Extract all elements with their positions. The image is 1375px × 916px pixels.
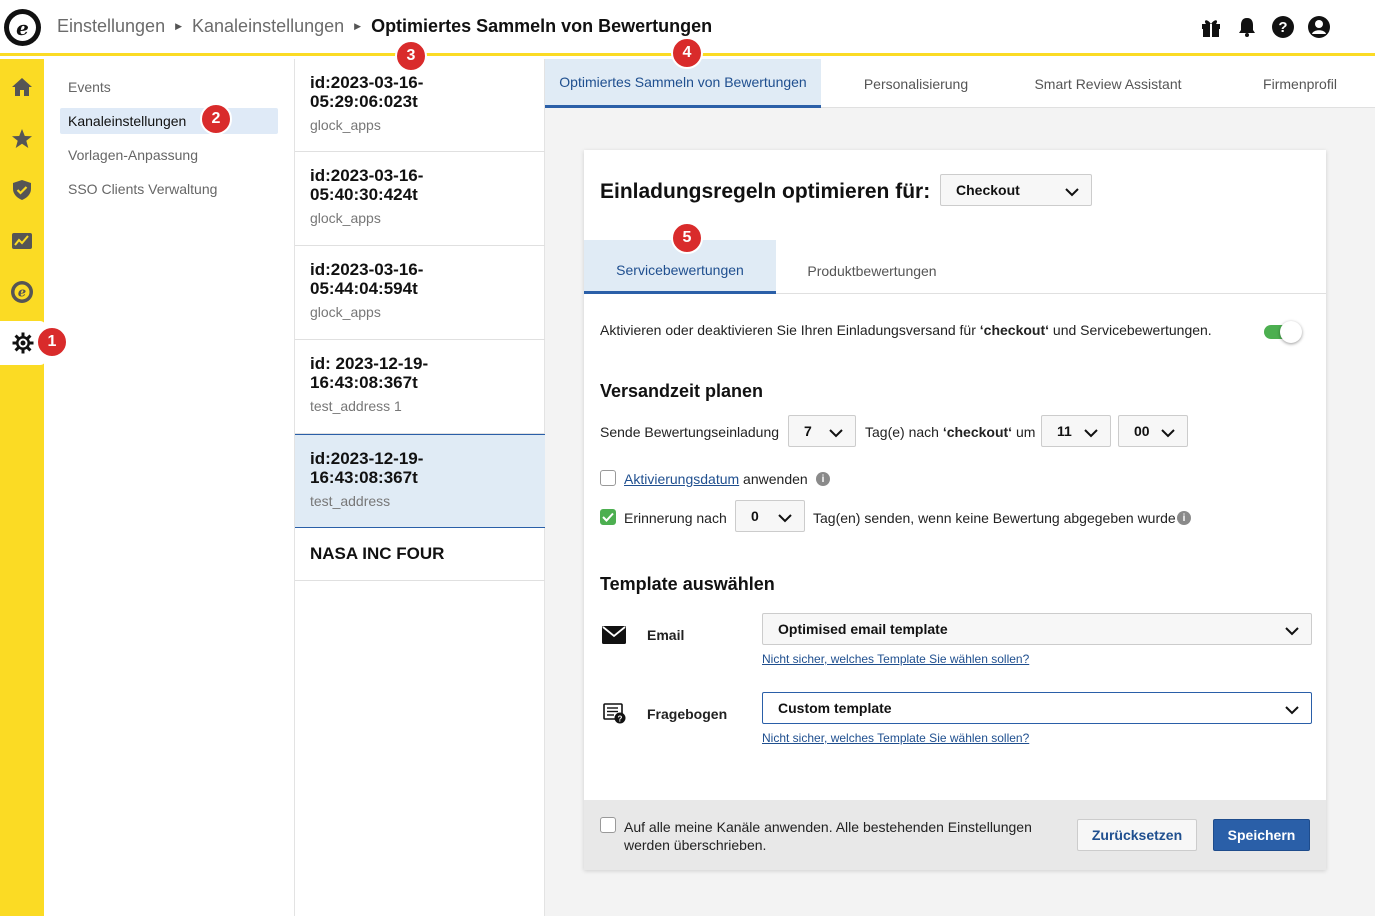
svg-text:e: e [18,286,26,301]
chevron-down-icon [829,425,843,441]
apply-all-label: Auf alle meine Kanäle anwenden. Alle bes… [624,819,1032,853]
breadcrumb: Einstellungen ▶ Kanaleinstellungen ▶ Opt… [57,16,712,37]
card-title: Einladungsregeln optimieren für: [600,180,931,203]
card-footer: Auf alle meine Kanäle anwenden. Alle bes… [584,800,1326,870]
tab-firmenprofil[interactable]: Firmenprofil [1225,59,1375,108]
home-icon[interactable] [0,65,44,109]
chevron-down-icon [1065,184,1079,200]
check-icon [602,512,614,522]
channel-subtitle: test_address 1 [310,398,402,414]
nav-item-kanaleinstellungen[interactable]: Kanaleinstellungen [60,108,278,134]
annotation-marker-4: 4 [671,37,703,69]
chevron-down-icon [1084,425,1098,441]
channel-subtitle: glock_apps [310,117,381,133]
reminder-days-select[interactable]: 0 [735,500,805,532]
breadcrumb-item-kanaleinstellungen[interactable]: Kanaleinstellungen [192,16,344,37]
chart-icon[interactable] [0,219,44,263]
channel-subtitle: glock_apps [310,304,381,320]
activation-date-checkbox[interactable] [600,470,616,486]
activation-date-link[interactable]: Aktivierungsdatum [624,471,739,487]
envelope-icon [602,626,626,649]
apply-all-checkbox[interactable] [600,817,616,833]
trusted-icon[interactable]: e [0,270,44,314]
channel-item[interactable]: id:2023-03-16- 05:40:30:424t glock_apps [295,152,545,246]
channel-item[interactable]: id:2023-03-16- 05:44:04:594t glock_apps [295,246,545,340]
activation-toggle[interactable] [1264,320,1302,343]
gift-icon[interactable] [1199,15,1223,39]
user-icon[interactable] [1307,15,1331,39]
questionnaire-label: Fragebogen [647,706,728,722]
channel-subtitle: test_address [310,493,391,509]
chevron-down-icon [1285,702,1299,718]
annotation-marker-2: 2 [200,103,232,135]
channel-title: id:2023-03-16- 05:44:04:594t [310,260,424,298]
after-trigger-text: Tag(e) nach ‘checkout‘ um [865,424,1036,440]
save-button[interactable]: Speichern [1213,819,1310,851]
send-label: Sende Bewertungseinladung [600,424,780,440]
annotation-marker-1: 1 [36,326,68,358]
settings-card: Einladungsregeln optimieren für: Checkou… [584,150,1326,870]
top-icons: ? [1199,15,1331,39]
nav-item-events[interactable]: Events [60,74,278,100]
reminder-suffix: Tag(en) senden, wenn keine Bewertung abg… [813,510,1176,526]
breadcrumb-item-einstellungen[interactable]: Einstellungen [57,16,165,37]
questionnaire-template-select[interactable]: Custom template [762,692,1312,724]
questionnaire-template-help-link[interactable]: Nicht sicher, welches Template Sie wähle… [762,731,1029,745]
toggle-knob [1280,321,1302,343]
help-icon[interactable]: ? [1271,15,1295,39]
channel-item-active[interactable]: id:2023-12-19- 16:43:08:367t test_address [295,434,545,528]
schedule-heading: Versandzeit planen [600,381,764,401]
settings-nav: Events Kanaleinstellungen Vorlagen-Anpas… [44,59,295,916]
email-label: Email [647,627,685,643]
days-select[interactable]: 7 [788,415,856,447]
chevron-down-icon [1161,425,1175,441]
channel-item[interactable]: NASA INC FOUR [295,528,545,581]
reminder-checkbox[interactable] [600,509,616,525]
email-template-select[interactable]: Optimised email template [762,613,1312,645]
shield-icon[interactable] [0,168,44,212]
svg-text:?: ? [1278,19,1287,36]
star-icon[interactable] [0,117,44,161]
questionnaire-icon: ? [603,703,627,730]
channel-title: id:2023-12-19- 16:43:08:367t [310,449,424,487]
annotation-marker-5: 5 [671,222,703,254]
tab-smart-review-assistant[interactable]: Smart Review Assistant [1011,59,1205,108]
left-rail: e [0,59,46,916]
tab-produktbewertungen[interactable]: Produktbewertungen [776,240,968,294]
minute-select[interactable]: 00 [1118,415,1188,447]
bell-icon[interactable] [1235,15,1259,39]
channel-title: NASA INC FOUR [310,544,445,563]
channel-title: id:2023-03-16- 05:40:30:424t [310,166,424,204]
info-icon[interactable]: i [816,472,830,486]
reminder-label: Erinnerung nach [624,510,727,526]
breadcrumb-separator-icon: ▶ [175,21,183,31]
channel-item[interactable]: id: 2023-12-19- 16:43:08:367t test_addres… [295,340,545,434]
logo[interactable]: e [4,9,41,46]
nav-item-vorlagen-anpassung[interactable]: Vorlagen-Anpassung [60,142,278,168]
breadcrumb-separator-icon: ▶ [354,21,362,31]
email-template-help-link[interactable]: Nicht sicher, welches Template Sie wähle… [762,652,1029,666]
info-icon[interactable]: i [1177,511,1191,525]
annotation-marker-3: 3 [395,40,427,72]
chevron-down-icon [778,510,792,526]
chevron-down-icon [1285,623,1299,639]
channel-title: id:2023-03-16- 05:29:06:023t [310,73,424,111]
activation-description: Aktivieren oder deaktivieren Sie Ihren E… [600,322,1212,338]
trigger-select[interactable]: Checkout [940,174,1092,206]
tab-personalisierung[interactable]: Personalisierung [821,59,1011,108]
main-content: Optimiertes Sammeln von Bewertungen Pers… [545,59,1375,916]
activation-date-label: Aktivierungsdatum anwenden [624,471,808,487]
hour-select[interactable]: 11 [1041,415,1111,447]
channel-subtitle: glock_apps [310,210,381,226]
logo-letter: e [9,14,36,41]
breadcrumb-current: Optimiertes Sammeln von Bewertungen [371,16,713,36]
main-tabs: Optimiertes Sammeln von Bewertungen Pers… [545,59,1375,108]
channel-title: id: 2023-12-19- 16:43:08:367t [310,354,429,392]
channel-item[interactable]: id:2023-03-16- 05:29:06:023t glock_apps [295,59,545,152]
channel-list: id:2023-03-16- 05:29:06:023t glock_apps i… [295,59,545,916]
nav-item-sso-clients[interactable]: SSO Clients Verwaltung [60,176,278,202]
template-heading: Template auswählen [600,574,775,594]
reset-button[interactable]: Zurücksetzen [1077,819,1197,851]
svg-text:?: ? [618,715,623,724]
